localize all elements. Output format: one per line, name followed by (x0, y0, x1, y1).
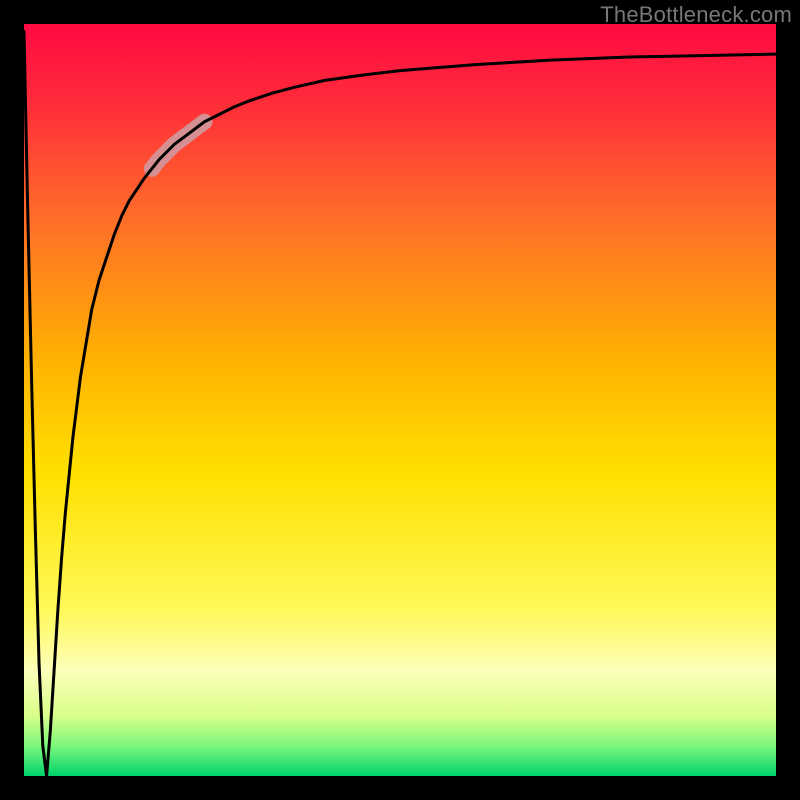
chart-background (24, 24, 776, 776)
watermark-label: TheBottleneck.com (600, 2, 792, 28)
bottleneck-chart (0, 0, 800, 800)
